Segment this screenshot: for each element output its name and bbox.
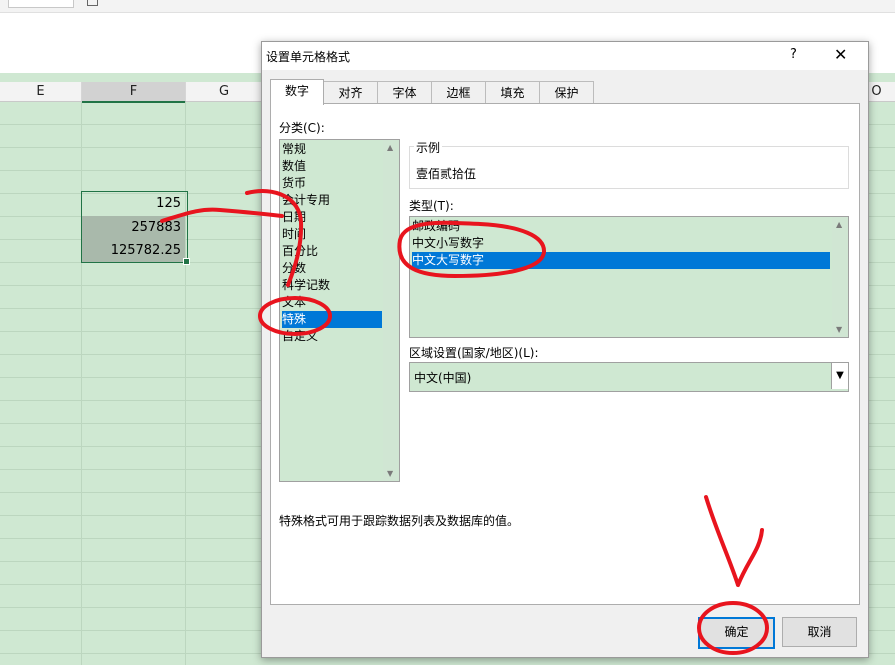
cell-f-125[interactable]: 125 bbox=[82, 192, 185, 215]
scroll-down-icon[interactable]: ▼ bbox=[836, 325, 842, 334]
locale-value: 中文(中国) bbox=[414, 371, 472, 385]
type-item[interactable]: 中文小写数字 bbox=[412, 235, 830, 252]
category-item[interactable]: 百分比 bbox=[282, 243, 382, 260]
close-button[interactable]: ✕ bbox=[834, 45, 847, 64]
format-cells-dialog: 设置单元格格式 ? ✕ 数字 对齐 字体 边框 填充 保护 分类(C): 常规 … bbox=[261, 41, 869, 658]
sample-group: 壹佰贰拾伍 bbox=[409, 146, 849, 189]
dialog-title: 设置单元格格式 bbox=[266, 50, 351, 64]
column-header-e[interactable]: E bbox=[0, 82, 82, 102]
category-item-selected[interactable]: 特殊 bbox=[282, 311, 382, 328]
category-item[interactable]: 会计专用 bbox=[282, 192, 382, 209]
cell-f-257883[interactable]: 257883 bbox=[82, 216, 185, 239]
category-item[interactable]: 数值 bbox=[282, 158, 382, 175]
tab-fill[interactable]: 填充 bbox=[485, 81, 540, 104]
chevron-down-icon[interactable]: ▼ bbox=[831, 363, 848, 389]
category-item[interactable]: 时间 bbox=[282, 226, 382, 243]
formula-bar bbox=[0, 0, 895, 13]
selected-range[interactable]: 125 257883 125782.25 bbox=[81, 191, 188, 263]
category-list[interactable]: 常规 数值 货币 会计专用 日期 时间 百分比 分数 科学记数 文本 特殊 自定… bbox=[279, 139, 400, 482]
tab-number[interactable]: 数字 bbox=[270, 79, 324, 105]
category-description: 特殊格式可用于跟踪数据列表及数据库的值。 bbox=[279, 514, 520, 528]
category-item[interactable]: 分数 bbox=[282, 260, 382, 277]
category-item[interactable]: 货币 bbox=[282, 175, 382, 192]
tab-alignment[interactable]: 对齐 bbox=[323, 81, 378, 104]
type-item-selected[interactable]: 中文大写数字 bbox=[412, 252, 830, 269]
scroll-up-icon[interactable]: ▲ bbox=[387, 143, 393, 152]
scroll-down-icon[interactable]: ▼ bbox=[387, 469, 393, 478]
type-item[interactable]: 邮政编码 bbox=[412, 218, 830, 235]
category-label: 分类(C): bbox=[279, 121, 325, 135]
column-header-f[interactable]: F bbox=[82, 82, 186, 103]
type-list[interactable]: 邮政编码 中文小写数字 中文大写数字 ▲ ▼ bbox=[409, 216, 849, 338]
formula-icon bbox=[87, 0, 98, 6]
locale-select[interactable]: 中文(中国) ▼ bbox=[409, 362, 849, 392]
name-box[interactable] bbox=[8, 0, 74, 8]
sample-label: 示例 bbox=[414, 139, 443, 156]
help-button[interactable]: ? bbox=[790, 47, 797, 62]
scroll-up-icon[interactable]: ▲ bbox=[836, 220, 842, 229]
type-scrollbar[interactable]: ▲ ▼ bbox=[832, 217, 848, 337]
type-label: 类型(T): bbox=[409, 199, 454, 213]
tab-border[interactable]: 边框 bbox=[431, 81, 486, 104]
column-header-g[interactable]: G bbox=[186, 82, 263, 102]
category-item[interactable]: 自定义 bbox=[282, 328, 382, 345]
category-item[interactable]: 日期 bbox=[282, 209, 382, 226]
locale-label: 区域设置(国家/地区)(L): bbox=[409, 346, 539, 360]
cell-f-125782[interactable]: 125782.25 bbox=[82, 239, 185, 262]
number-tab-panel: 分类(C): 常规 数值 货币 会计专用 日期 时间 百分比 分数 科学记数 文… bbox=[270, 103, 860, 605]
category-item[interactable]: 科学记数 bbox=[282, 277, 382, 294]
tab-font[interactable]: 字体 bbox=[377, 81, 432, 104]
sample-value: 壹佰贰拾伍 bbox=[416, 167, 477, 181]
category-scrollbar[interactable]: ▲ ▼ bbox=[383, 140, 399, 481]
category-item[interactable]: 文本 bbox=[282, 294, 382, 311]
ok-button[interactable]: 确定 bbox=[698, 617, 775, 649]
dialog-titlebar: 设置单元格格式 ? ✕ bbox=[262, 42, 868, 70]
cancel-button[interactable]: 取消 bbox=[782, 617, 857, 647]
tab-protection[interactable]: 保护 bbox=[539, 81, 594, 104]
fill-handle[interactable] bbox=[183, 258, 190, 265]
category-item[interactable]: 常规 bbox=[282, 141, 382, 158]
